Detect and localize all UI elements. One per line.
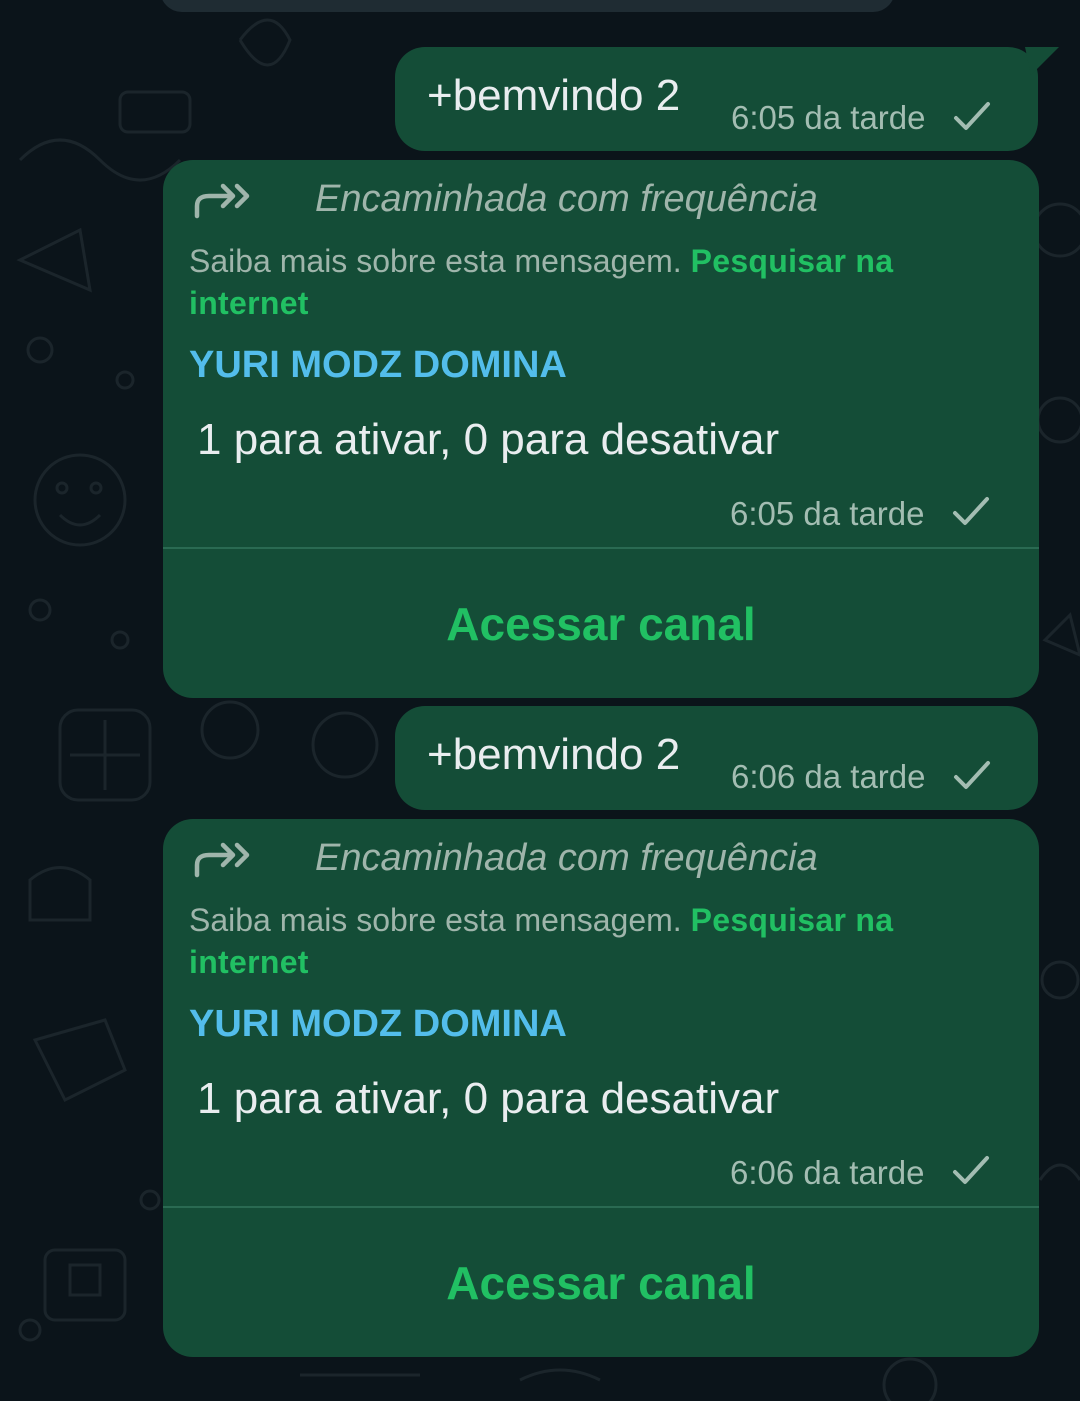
check-icon xyxy=(954,102,990,130)
learn-more-line: Saiba mais sobre esta mensagem. Pesquisa… xyxy=(189,240,1009,324)
message-text: +bemvindo 2 xyxy=(427,71,681,120)
previous-message-bubble-edge xyxy=(160,0,895,12)
forwarded-many-times-icon xyxy=(194,183,250,219)
forwarded-message-card[interactable]: Encaminhada com frequência Saiba mais so… xyxy=(163,160,1039,698)
outgoing-message-bubble[interactable]: +bemvindo 2 6:05 da tarde xyxy=(395,47,1059,151)
forwarded-label: Encaminhada com frequência xyxy=(315,837,818,879)
check-icon xyxy=(953,1156,989,1184)
learn-more-text: Saiba mais sobre esta mensagem. xyxy=(189,243,682,279)
learn-more-text: Saiba mais sobre esta mensagem. xyxy=(189,902,682,938)
channel-sender-name[interactable]: YURI MODZ DOMINA xyxy=(189,342,567,388)
forwarded-label: Encaminhada com frequência xyxy=(315,178,818,220)
bubble-tail xyxy=(1025,47,1059,75)
access-channel-button[interactable]: Acessar canal xyxy=(163,549,1039,698)
access-channel-button[interactable]: Acessar canal xyxy=(163,1208,1039,1357)
learn-more-line: Saiba mais sobre esta mensagem. Pesquisa… xyxy=(189,899,1009,983)
message-text: 1 para ativar, 0 para desativar xyxy=(197,415,780,464)
message-text: 1 para ativar, 0 para desativar xyxy=(197,1074,780,1123)
message-time: 6:06 da tarde xyxy=(731,758,926,795)
message-time: 6:05 da tarde xyxy=(730,495,925,532)
message-time: 6:05 da tarde xyxy=(731,99,926,136)
message-time: 6:06 da tarde xyxy=(730,1154,925,1191)
channel-sender-name[interactable]: YURI MODZ DOMINA xyxy=(189,1001,567,1047)
check-icon xyxy=(953,497,989,525)
outgoing-message-bubble[interactable]: +bemvindo 2 6:06 da tarde xyxy=(395,706,1038,810)
message-text: +bemvindo 2 xyxy=(427,730,681,779)
forwarded-many-times-icon xyxy=(194,842,250,878)
check-icon xyxy=(954,761,990,789)
forwarded-message-card[interactable]: Encaminhada com frequência Saiba mais so… xyxy=(163,819,1039,1357)
